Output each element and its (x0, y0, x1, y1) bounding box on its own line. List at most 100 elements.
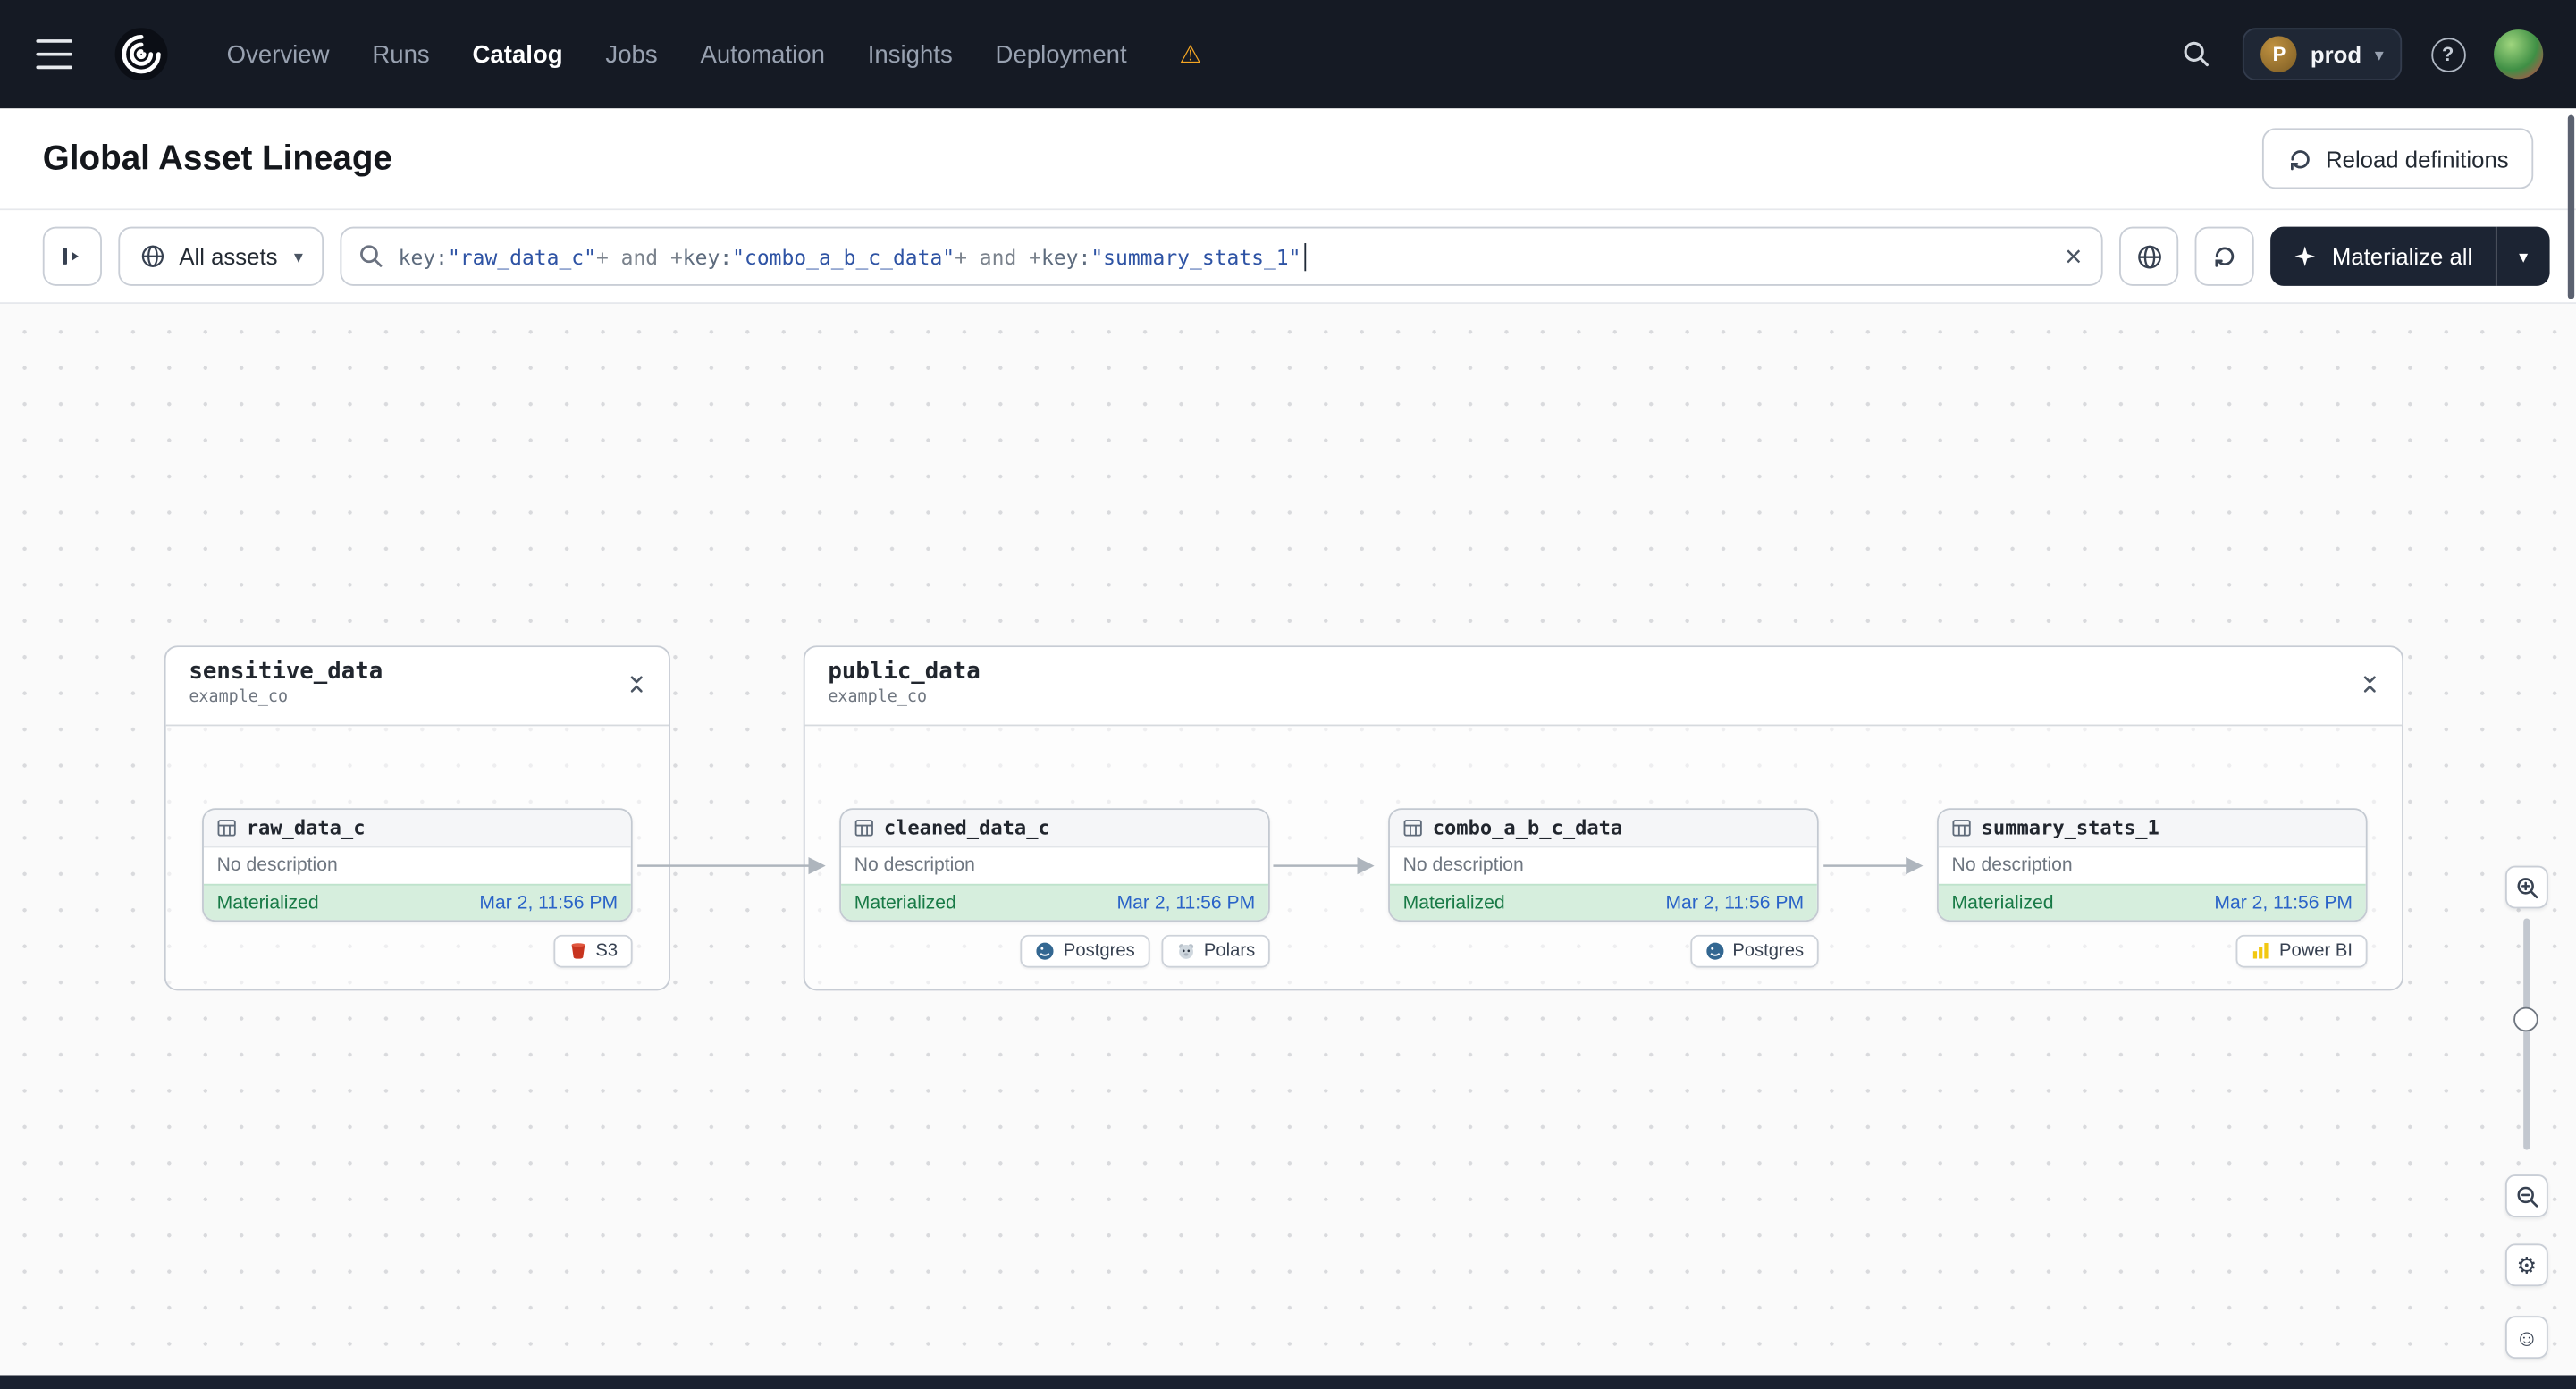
top-navbar: Overview Runs Catalog Jobs Automation In… (0, 0, 2576, 109)
reload-icon (2290, 149, 2310, 170)
kind-tag-powerbi[interactable]: Power BI (2236, 934, 2368, 968)
asset-status-row: Materialized Mar 2, 11:56 PM (1938, 883, 2366, 921)
lineage-canvas[interactable]: sensitive_data example_co public_data ex… (0, 304, 2576, 1376)
materialize-all-button[interactable]: Materialize all (2271, 227, 2496, 286)
asset-node-combo-a-b-c-data[interactable]: combo_a_b_c_data No description Material… (1388, 808, 1819, 922)
zoom-slider-track (2523, 918, 2530, 1150)
query-token: "raw_data_c" (447, 243, 596, 269)
nav-item-overview[interactable]: Overview (227, 40, 330, 68)
query-token: key: (682, 243, 733, 269)
asset-name: cleaned_data_c (883, 816, 1050, 840)
materialization-timestamp-link[interactable]: Mar 2, 11:56 PM (1665, 894, 1804, 913)
toggle-side-panel-button[interactable] (42, 226, 102, 286)
unfold-less-icon (629, 675, 642, 692)
globe-icon (141, 245, 164, 267)
collapse-group-button[interactable] (619, 667, 652, 700)
table-icon (854, 820, 873, 837)
asset-status-row: Materialized Mar 2, 11:56 PM (203, 883, 631, 921)
zoom-out-icon (2516, 1185, 2538, 1207)
query-token: "combo_a_b_c_data" (732, 243, 955, 269)
tag-label: S3 (595, 941, 619, 962)
materialization-timestamp-link[interactable]: Mar 2, 11:56 PM (2214, 894, 2353, 913)
polars-icon (1178, 944, 1193, 959)
query-token: key: (398, 243, 448, 269)
kind-tag-polars[interactable]: Polars (1161, 934, 1270, 968)
table-icon (1403, 820, 1422, 837)
asset-node-summary-stats-1[interactable]: summary_stats_1 No description Materiali… (1937, 808, 2368, 922)
materialize-all-label: Materialize all (2331, 243, 2473, 270)
page-title: Global Asset Lineage (42, 139, 392, 177)
clear-query-button[interactable]: × (2062, 241, 2086, 271)
asset-name: summary_stats_1 (1981, 816, 2159, 840)
tag-label: Polars (1203, 941, 1256, 962)
nav-left: Overview Runs Catalog Jobs Automation In… (33, 25, 1201, 84)
smiley-icon: ☺ (2514, 1324, 2538, 1351)
zoom-slider-handle[interactable] (2513, 1006, 2538, 1032)
kind-tag-postgres[interactable]: Postgres (1021, 934, 1150, 968)
query-token: "summary_stats_1" (1090, 243, 1301, 269)
nav-item-jobs[interactable]: Jobs (605, 40, 657, 68)
nav-item-catalog[interactable]: Catalog (473, 40, 563, 68)
asset-status-row: Materialized Mar 2, 11:56 PM (841, 883, 1268, 921)
deployment-avatar: P (2260, 36, 2298, 72)
group-code-location: example_co (189, 688, 289, 707)
nav-item-runs[interactable]: Runs (372, 40, 429, 68)
asset-status-row: Materialized Mar 2, 11:56 PM (1389, 883, 1817, 921)
dagster-logo-icon[interactable] (112, 25, 171, 84)
search-icon[interactable] (2174, 31, 2219, 77)
asset-name: raw_data_c (246, 816, 366, 840)
collapse-group-button[interactable] (2353, 667, 2386, 700)
help-button[interactable]: ? (2425, 31, 2471, 77)
primary-nav: Overview Runs Catalog Jobs Automation In… (227, 39, 1202, 69)
materialization-timestamp-link[interactable]: Mar 2, 11:56 PM (479, 894, 618, 913)
asset-description: No description (216, 855, 338, 876)
powerbi-icon (2253, 943, 2269, 959)
scrollbar-thumb[interactable] (2567, 114, 2575, 299)
asset-node-cleaned-data-c[interactable]: cleaned_data_c No description Materializ… (839, 808, 1270, 922)
table-icon (217, 820, 236, 837)
query-token: + and + (955, 243, 1041, 269)
asset-tags-raw-data-c: S3 (202, 934, 633, 968)
group-header: sensitive_data example_co (165, 647, 669, 727)
chevron-down-icon: ▾ (293, 247, 304, 267)
text-cursor (1304, 242, 1307, 271)
kind-tag-s3[interactable]: S3 (552, 934, 633, 968)
hamburger-menu-icon[interactable] (33, 38, 76, 71)
asset-description: No description (854, 855, 975, 876)
feedback-button[interactable]: ☺ (2504, 1316, 2548, 1360)
zoom-out-button[interactable] (2504, 1174, 2548, 1217)
postgres-icon (1705, 942, 1723, 960)
help-icon: ? (2430, 37, 2465, 72)
sparkle-icon (2295, 246, 2316, 266)
asset-node-header: summary_stats_1 (1938, 810, 2366, 848)
graph-filter-button[interactable] (2119, 226, 2179, 286)
asset-scope-select[interactable]: All assets ▾ (118, 226, 324, 286)
asset-node-header: raw_data_c (203, 810, 631, 848)
materialize-options-button[interactable]: ▾ (2497, 227, 2550, 286)
s3-icon (570, 943, 585, 959)
zoom-slider[interactable] (2505, 918, 2548, 1150)
search-icon (360, 245, 383, 267)
reload-definitions-button[interactable]: Reload definitions (2261, 128, 2534, 189)
nav-item-deployment[interactable]: Deployment (996, 40, 1127, 68)
nav-item-automation[interactable]: Automation (700, 40, 824, 68)
status-badge: Materialized (216, 893, 319, 913)
asset-node-raw-data-c[interactable]: raw_data_c No description Materialized M… (202, 808, 633, 922)
deployment-switcher[interactable]: P prod ▾ (2243, 28, 2403, 81)
asset-description: No description (1951, 855, 2073, 876)
kind-tag-postgres[interactable]: Postgres (1689, 934, 1819, 968)
group-header: public_data example_co (804, 647, 2403, 727)
zoom-in-button[interactable] (2504, 865, 2548, 909)
refresh-button[interactable] (2195, 226, 2255, 286)
user-avatar[interactable] (2494, 29, 2544, 80)
postgres-icon (1037, 942, 1055, 960)
tag-label: Postgres (1732, 941, 1805, 962)
nav-item-insights[interactable]: Insights (868, 40, 953, 68)
group-code-location: example_co (828, 688, 928, 707)
asset-selection-input[interactable]: key: "raw_data_c" + and + key: "combo_a_… (341, 226, 2104, 286)
graph-settings-button[interactable]: ⚙ (2504, 1243, 2548, 1287)
asset-node-header: combo_a_b_c_data (1389, 810, 1817, 848)
materialization-timestamp-link[interactable]: Mar 2, 11:56 PM (1117, 894, 1256, 913)
reload-definitions-label: Reload definitions (2326, 145, 2509, 173)
materialize-all-split-button: Materialize all ▾ (2270, 226, 2550, 286)
